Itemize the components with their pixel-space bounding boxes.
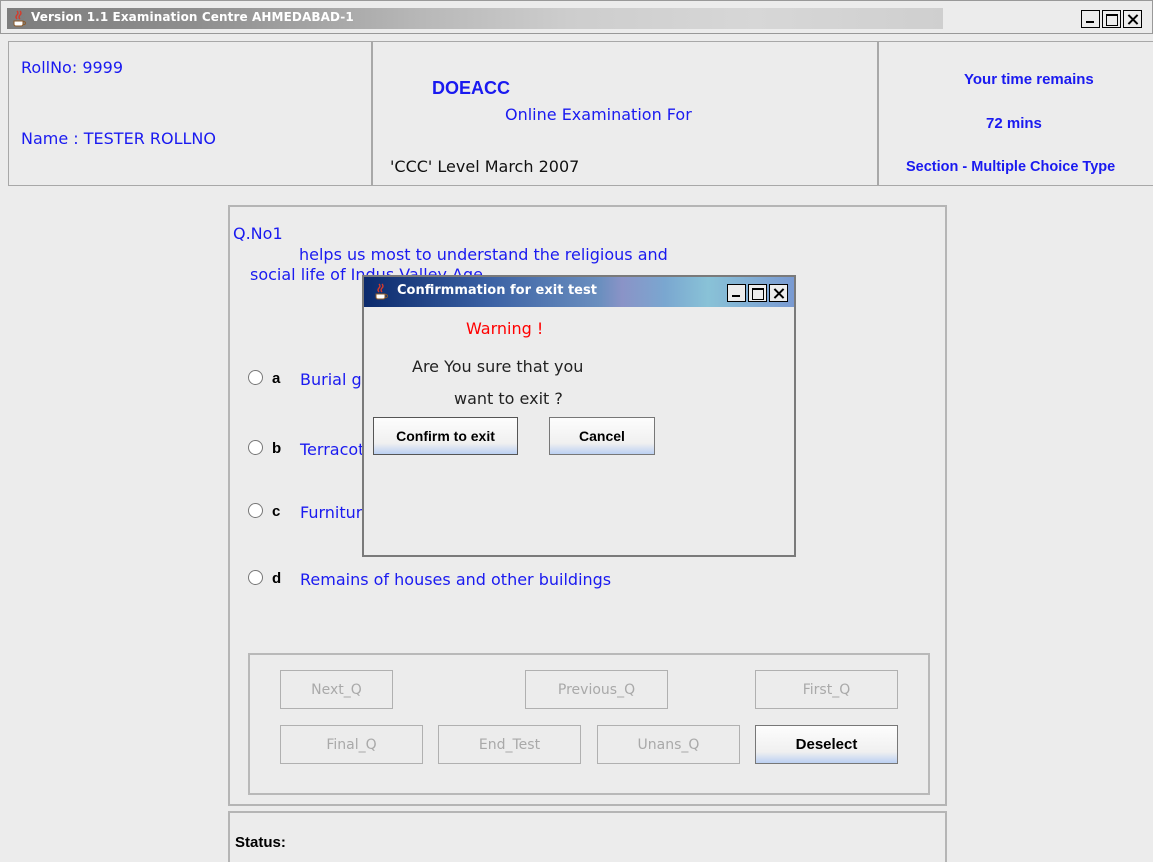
option-b-key: b [272,440,282,457]
section-label: Section - Multiple Choice Type [906,159,1116,175]
maximize-icon[interactable] [748,284,767,302]
candidate-info-panel: RollNo: 9999 Name : TESTER ROLLNO [8,41,374,186]
close-icon[interactable] [769,284,788,302]
previous-question-button[interactable]: Previous_Q [525,670,668,709]
option-c-radio[interactable] [248,503,263,518]
option-c-key: c [272,503,281,520]
option-d-radio[interactable] [248,570,263,585]
option-d-text[interactable]: Remains of houses and other buildings [300,570,611,589]
next-question-button[interactable]: Next_Q [280,670,393,709]
dialog-message-line2: want to exit ? [454,389,563,408]
maximize-icon[interactable] [1102,10,1121,28]
deselect-button[interactable]: Deselect [755,725,898,764]
window-controls [1079,10,1142,28]
minimize-icon[interactable] [1081,10,1100,28]
org-name: DOEACC [432,78,511,98]
timer-panel: Your time remains 72 mins Section - Mult… [878,41,1153,186]
time-remaining-label: Your time remains [964,71,1094,88]
main-titlebar[interactable]: Version 1.1 Examination Centre AHMEDABAD… [0,0,1153,34]
option-b-radio[interactable] [248,440,263,455]
exit-confirmation-dialog: Confirmmation for exit test Warning ! Ar… [362,275,796,557]
roll-number: RollNo: 9999 [21,58,124,77]
exam-info-panel: DOEACC Online Examination For 'CCC' Leve… [372,41,880,186]
end-test-button[interactable]: End_Test [438,725,581,764]
question-text-line1: helps us most to understand the religiou… [299,245,668,264]
cancel-button[interactable]: Cancel [549,417,655,455]
exam-level: 'CCC' Level March 2007 [390,157,580,176]
option-d-key: d [272,570,282,587]
close-icon[interactable] [1123,10,1142,28]
question-number: Q.No1 [233,224,283,243]
first-question-button[interactable]: First_Q [755,670,898,709]
unanswered-question-button[interactable]: Unans_Q [597,725,740,764]
java-coffee-icon [13,10,27,27]
dialog-window-controls [725,284,788,302]
time-remaining-value: 72 mins [986,115,1042,132]
dialog-titlebar[interactable]: Confirmmation for exit test [364,277,794,307]
option-a-radio[interactable] [248,370,263,385]
navigation-panel: Next_Q Previous_Q First_Q Final_Q End_Te… [248,653,930,795]
exam-for-label: Online Examination For [505,105,692,124]
candidate-name: Name : TESTER ROLLNO [21,129,216,148]
minimize-icon[interactable] [727,284,746,302]
status-panel: Status: [228,811,947,862]
dialog-title: Confirmmation for exit test [397,283,597,298]
java-coffee-icon [375,283,389,300]
window-title: Version 1.1 Examination Centre AHMEDABAD… [31,10,354,24]
final-question-button[interactable]: Final_Q [280,725,423,764]
status-label: Status: [235,834,286,851]
dialog-message-line1: Are You sure that you [412,357,584,376]
confirm-exit-button[interactable]: Confirm to exit [373,417,518,455]
dialog-warning: Warning ! [466,319,544,338]
option-a-key: a [272,370,281,387]
